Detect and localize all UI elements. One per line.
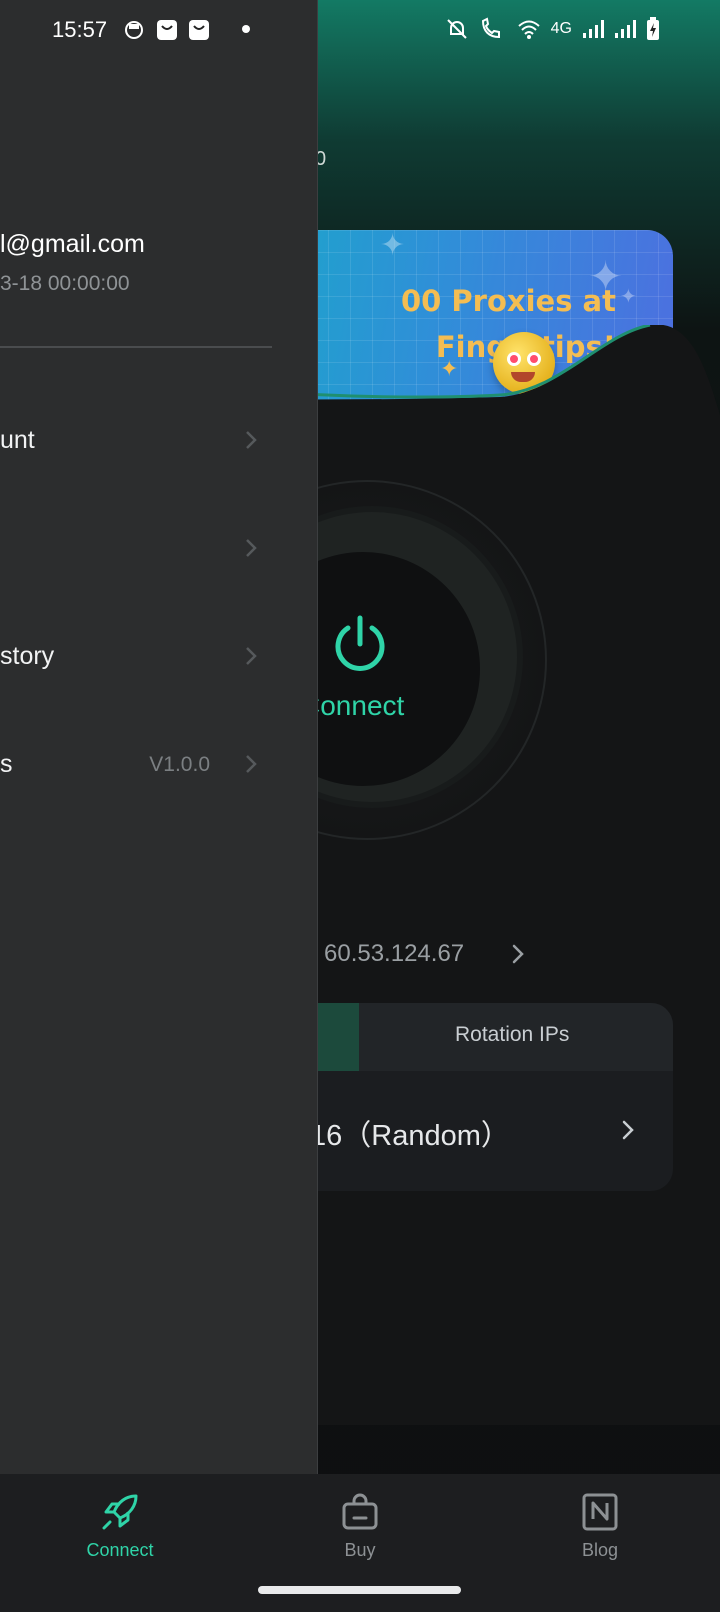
nav-label: Connect — [86, 1540, 154, 1560]
drawer-item-label: unt — [0, 426, 35, 454]
version-value: V1.0.0 — [149, 753, 210, 776]
shopping-notification-icon — [157, 20, 177, 40]
nav-label: Buy — [344, 1540, 376, 1560]
chevron-right-icon — [246, 647, 257, 665]
sparkle-icon: ✦ — [620, 286, 637, 308]
nav-tab-blog[interactable]: Blog — [530, 1492, 670, 1561]
notion-icon — [582, 1493, 618, 1531]
account-email: l@gmail.com — [0, 230, 145, 258]
drawer-item-history[interactable]: story — [0, 626, 272, 686]
drawer-item-label: story — [0, 642, 55, 670]
chevron-right-icon — [246, 539, 257, 557]
rocket-icon — [102, 1494, 138, 1530]
network-type-label: 4G — [550, 20, 572, 37]
status-icons: 4G — [445, 17, 660, 41]
wifi-calling-icon — [481, 17, 500, 39]
drawer-item-label: s — [0, 750, 13, 778]
location-selector[interactable]: 16（Random） — [310, 1112, 510, 1154]
chevron-right-icon — [246, 755, 257, 773]
account-expiry: 3-18 00:00:00 — [0, 272, 130, 295]
drawer-item-2[interactable] — [0, 518, 272, 578]
banner-text-line1: 00 Proxies at — [400, 284, 616, 318]
sparkle-icon: ✦ — [380, 230, 406, 262]
battery-charging-icon — [647, 17, 659, 40]
nav-label: Blog — [581, 1540, 619, 1560]
app-notification-icon — [125, 21, 143, 39]
shopping-bag-icon — [342, 1493, 378, 1530]
nav-tab-connect[interactable]: Connect — [50, 1492, 190, 1561]
status-time: 15:57 — [52, 17, 108, 42]
more-notifications-dot-icon — [242, 25, 250, 33]
chevron-right-icon — [622, 1120, 634, 1140]
divider — [0, 346, 272, 348]
nav-tab-buy[interactable]: Buy — [290, 1492, 430, 1561]
home-indicator[interactable] — [258, 1586, 461, 1594]
drawer-item-account[interactable]: unt — [0, 410, 272, 470]
power-icon — [335, 615, 385, 671]
chevron-right-icon — [512, 944, 524, 964]
signal-strength-icon — [583, 20, 604, 38]
chevron-right-icon — [246, 431, 257, 449]
signal-strength-icon — [615, 20, 636, 38]
shopping-notification-icon — [189, 20, 209, 40]
tab-rotation-ips[interactable]: Rotation IPs — [455, 1023, 569, 1047]
wifi-icon — [517, 20, 540, 39]
drawer-item-version[interactable]: s V1.0.0 — [0, 734, 272, 794]
ip-address[interactable]: 60.53.124.67 — [324, 940, 464, 968]
bell-muted-icon — [446, 19, 467, 39]
side-drawer: l@gmail.com 3-18 00:00:00 unt story s V1… — [0, 0, 318, 1474]
